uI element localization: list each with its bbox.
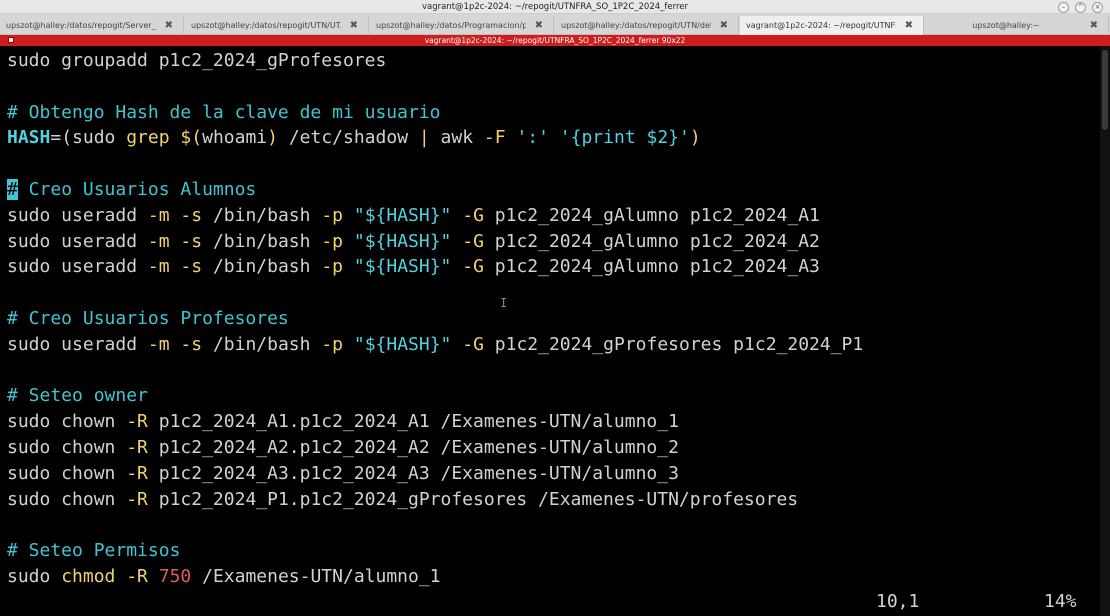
comment-line: # Creo Usuarios Alumnos (7, 179, 257, 200)
terminal-header: vagrant@1p2c-2024: ~/repogit/UTNFRA_SO_1… (0, 35, 1110, 46)
comment-line: # Obtengo Hash de la clave de mi usuario (7, 101, 441, 123)
code-line: sudo useradd -m -s /bin/bash -p "${HASH}… (7, 333, 864, 355)
tab-5[interactable]: vagrant@1p2c-2024: ~/repogit/UTNFR... ✖ (740, 16, 924, 35)
tab-close-icon[interactable]: ✖ (1090, 16, 1098, 35)
tab-close-icon[interactable]: ✖ (535, 16, 543, 35)
tab-label: upszot@halley:/datos/repogit/UTN/UT... (191, 21, 341, 30)
tab-label: upszot@halley:/datos/Programacion/py... (376, 21, 526, 30)
tab-close-icon[interactable]: ✖ (905, 16, 913, 35)
tab-1[interactable]: upszot@halley:/datos/repogit/Server_... ✖ (0, 16, 184, 35)
code-line: sudo groupadd p1c2_2024_gProfesores (7, 50, 387, 71)
text-cursor-icon: I (500, 296, 508, 310)
code-line: sudo chown -R p1c2_2024_P1.p1c2_2024_gPr… (7, 488, 799, 510)
close-icon[interactable]: × (1092, 2, 1103, 13)
code-line: sudo useradd -m -s /bin/bash -p "${HASH}… (7, 230, 820, 252)
tab-label: upszot@halley:~ (972, 21, 1040, 30)
tab-label: upszot@halley:/datos/repogit/Server_... (6, 21, 156, 30)
editor-statusbar: 10,1 14% (0, 588, 1100, 616)
minimize-icon[interactable]: – (1058, 2, 1069, 13)
code-line: sudo chown -R p1c2_2024_A2.p1c2_2024_A2 … (7, 437, 679, 458)
code-line: sudo chown -R p1c2_2024_A3.p1c2_2024_A3 … (7, 462, 679, 484)
maximize-icon[interactable]: ^ (1075, 2, 1086, 13)
comment-line: # Seteo Permisos (7, 540, 181, 562)
comment-line: # Creo Usuarios Profesores (7, 308, 289, 329)
comment-line: # Seteo owner (7, 385, 148, 407)
tab-bar: upszot@halley:/datos/repogit/Server_... ✖… (0, 14, 1110, 35)
code-line: sudo useradd -m -s /bin/bash -p "${HASH}… (7, 204, 820, 226)
terminal-scrollbar[interactable] (1100, 46, 1110, 616)
tab-close-icon[interactable]: ✖ (720, 16, 728, 35)
code-line: HASH=(sudo grep $(whoami) /etc/shadow | … (7, 127, 701, 149)
terminal-menu-icon[interactable] (8, 37, 14, 43)
window-titlebar[interactable]: vagrant@1p2c-2024: ~/repogit/UTNFRA_SO_1… (0, 0, 1110, 14)
tab-3[interactable]: upszot@halley:/datos/Programacion/py... ✖ (370, 16, 554, 35)
tab-label: upszot@halley:/datos/repogit/UTN/def... (561, 21, 711, 30)
scroll-percent: 14% (1044, 591, 1077, 612)
terminal-content[interactable]: sudo groupadd p1c2_2024_gProfesores # Obt… (0, 46, 1100, 616)
window-title: vagrant@1p2c-2024: ~/repogit/UTNFRA_SO_1… (421, 2, 688, 12)
tab-6[interactable]: upszot@halley:~ ✖ (925, 16, 1109, 35)
code-line: sudo chown -R p1c2_2024_A1.p1c2_2024_A1 … (7, 411, 679, 433)
terminal-header-title: vagrant@1p2c-2024: ~/repogit/UTNFRA_SO_1… (424, 36, 686, 45)
tab-label: vagrant@1p2c-2024: ~/repogit/UTNFR... (746, 21, 896, 30)
code-line: sudo chmod -R 750 /Examenes-UTN/alumno_1 (7, 566, 441, 587)
tab-close-icon[interactable]: ✖ (165, 16, 173, 35)
tab-4[interactable]: upszot@halley:/datos/repogit/UTN/def... ✖ (555, 16, 739, 35)
tab-close-icon[interactable]: ✖ (350, 16, 358, 35)
scrollbar-thumb[interactable] (1102, 50, 1108, 130)
cursor-position: 10,1 (876, 591, 920, 612)
tab-2[interactable]: upszot@halley:/datos/repogit/UTN/UT... ✖ (185, 16, 369, 35)
code-line: sudo useradd -m -s /bin/bash -p "${HASH}… (7, 256, 820, 278)
